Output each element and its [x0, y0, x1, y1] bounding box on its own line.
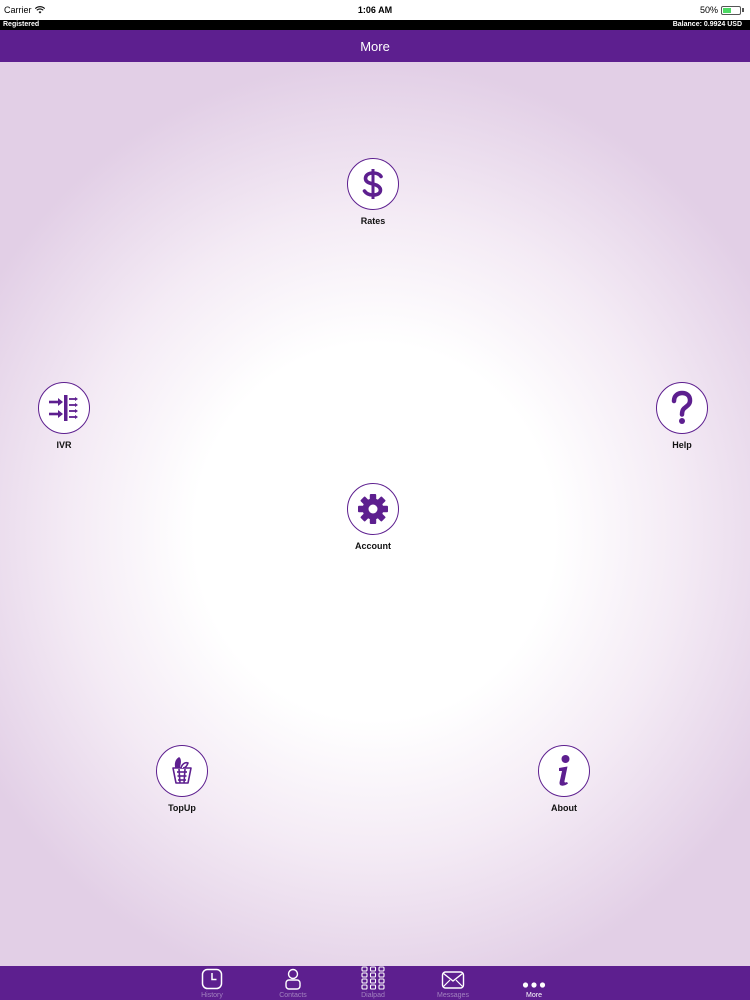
info-icon	[559, 755, 570, 786]
more-dots-icon	[522, 982, 546, 988]
account-icon-circle[interactable]	[347, 483, 399, 535]
topup-label: TopUp	[168, 803, 196, 813]
account-label: Account	[355, 541, 391, 551]
tab-contacts-label: Contacts	[279, 992, 307, 999]
clock-icon	[201, 968, 223, 990]
tab-dialpad[interactable]: Dialpad	[338, 966, 408, 1000]
help-label: Help	[672, 440, 692, 450]
account-button[interactable]: Account	[328, 483, 418, 551]
page-title: More	[360, 38, 390, 54]
person-icon	[285, 968, 301, 990]
ivr-icon-circle[interactable]	[38, 382, 90, 434]
account-info-bar: Registered Balance: 0.9924 USD	[0, 20, 750, 30]
tab-dialpad-label: Dialpad	[361, 992, 385, 999]
status-bar: Carrier 1:06 AM 50%	[0, 0, 750, 20]
help-icon-circle[interactable]	[656, 382, 708, 434]
battery-tip	[742, 8, 744, 12]
navigation-bar: More	[0, 30, 750, 62]
topup-button[interactable]: TopUp	[137, 745, 227, 813]
about-label: About	[551, 803, 577, 813]
battery-fill	[723, 7, 731, 13]
ivr-button[interactable]: IVR	[19, 382, 109, 450]
rates-label: Rates	[360, 216, 386, 226]
tab-more-label: More	[526, 992, 542, 999]
question-mark-icon	[671, 390, 693, 424]
rates-button[interactable]: Rates	[328, 158, 418, 226]
tab-contacts[interactable]: Contacts	[258, 966, 328, 1000]
tab-messages[interactable]: Messages	[418, 966, 488, 1000]
ivr-routing-icon	[49, 395, 78, 421]
tab-messages-label: Messages	[437, 992, 469, 999]
dialpad-icon	[361, 966, 385, 990]
tab-bar: History Contacts Dialpad Messages More	[0, 966, 750, 1000]
dollar-icon	[362, 169, 383, 199]
clock: 1:06 AM	[357, 5, 393, 15]
gear-icon	[358, 494, 388, 524]
rates-icon-circle[interactable]	[347, 158, 399, 210]
ivr-label: IVR	[56, 440, 72, 450]
about-icon-circle[interactable]	[538, 745, 590, 797]
tab-history-label: History	[201, 992, 223, 999]
balance-text: Balance: 0.9924 USD	[672, 21, 742, 28]
tab-history[interactable]: History	[177, 966, 247, 1000]
about-button[interactable]: About	[519, 745, 609, 813]
topup-basket-icon	[172, 757, 192, 784]
topup-icon-circle[interactable]	[156, 745, 208, 797]
registration-status: Registered	[3, 21, 40, 28]
battery-indicator: 50%	[700, 5, 744, 15]
more-menu-area: Rates IVR Help Account TopUp About	[0, 62, 750, 966]
battery-percent: 50%	[699, 5, 718, 15]
battery-icon	[721, 5, 741, 15]
envelope-icon	[441, 971, 465, 989]
help-button[interactable]: Help	[637, 382, 727, 450]
tab-more[interactable]: More	[499, 966, 569, 1000]
